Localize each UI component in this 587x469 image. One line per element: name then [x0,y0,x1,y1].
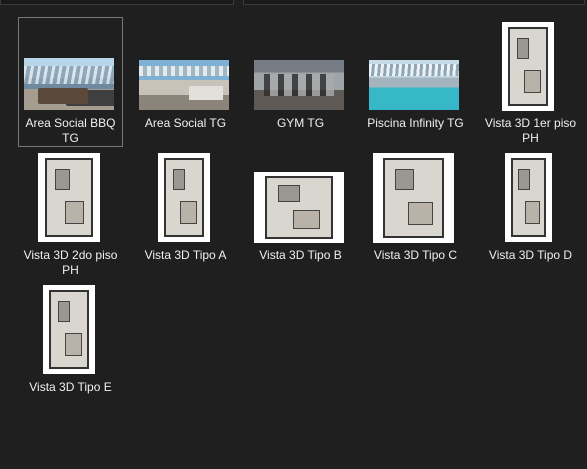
thumbnail-image[interactable] [43,285,95,374]
thumbnail-image[interactable] [24,58,114,110]
thumbnail-image[interactable] [38,153,100,242]
thumbnail-image[interactable] [158,153,210,242]
file-name-label[interactable]: Vista 3D Tipo C [365,248,466,263]
thumbnail-image[interactable] [502,22,554,111]
floor-plan-thumbnail [158,153,210,242]
file-name-label[interactable]: Piscina Infinity TG [365,116,466,131]
thumbnail-image[interactable] [254,60,344,110]
thumbnail-image[interactable] [373,153,454,243]
address-bar[interactable] [0,0,234,5]
floor-plan-thumbnail [373,153,454,243]
floor-plan-thumbnail [505,153,552,242]
file-name-label[interactable]: GYM TG [250,116,351,131]
floor-plan-thumbnail [502,22,554,111]
photo-thumbnail [254,60,344,110]
thumbnail-image[interactable] [139,60,229,110]
thumbnail-image[interactable] [505,153,552,242]
file-name-label[interactable]: Vista 3D Tipo B [250,248,351,263]
floor-plan-thumbnail [254,172,344,243]
floor-plan-thumbnail [43,285,95,374]
file-name-label[interactable]: Area Social TG [135,116,236,131]
search-box[interactable] [243,0,585,5]
file-name-label[interactable]: Vista 3D 2do piso PH [20,248,121,278]
floor-plan-thumbnail [38,153,100,242]
thumbnail-image[interactable] [254,172,344,243]
file-name-label[interactable]: Area Social BBQ TG [20,116,121,146]
file-name-label[interactable]: Vista 3D Tipo E [20,380,121,395]
photo-thumbnail [139,60,229,110]
photo-thumbnail [24,58,114,110]
file-name-label[interactable]: Vista 3D Tipo D [480,248,581,263]
file-name-label[interactable]: Vista 3D Tipo A [135,248,236,263]
top-bar [0,0,587,8]
file-name-label[interactable]: Vista 3D 1er piso PH [480,116,581,146]
photo-thumbnail [369,60,459,110]
thumbnail-image[interactable] [369,60,459,110]
